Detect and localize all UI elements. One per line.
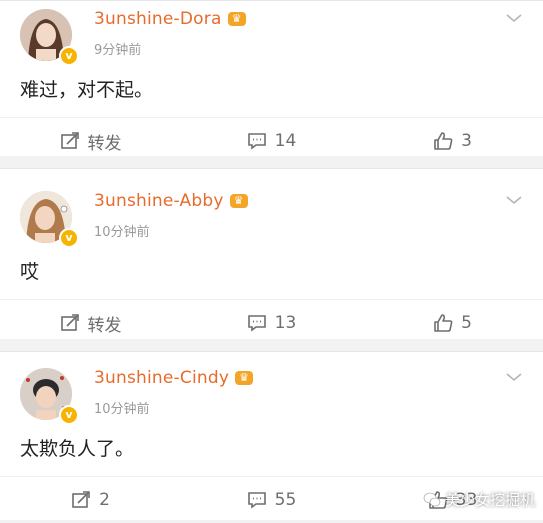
repost-icon [60,132,79,149]
like-button[interactable]: 3 [362,131,543,151]
chevron-down-icon[interactable] [505,11,523,25]
post-header: v 3unshine-Dora ♛ 9分钟前 [0,1,543,66]
post-header: v 3unshine-Cindy ♛ 10分钟前 [0,360,543,425]
comment-icon [247,315,266,332]
timestamp: 10分钟前 [94,402,150,417]
verified-badge-icon: v [59,228,79,248]
like-count: 3 [461,131,472,151]
username[interactable]: 3unshine-Abby [94,191,224,211]
post-card: v 3unshine-Cindy ♛ 10分钟前 太欺负人了。 2 55 33 … [0,351,543,520]
comment-button[interactable]: 55 [181,490,362,510]
watermark: 美少女挖掘机 [423,489,535,510]
member-crown-icon: ♛ [227,12,246,26]
verified-badge-icon: v [59,46,79,66]
timestamp: 10分钟前 [94,225,150,240]
comment-count: 14 [274,131,297,151]
post-text: 难过，对不起。 [20,79,154,101]
repost-icon [60,314,79,331]
timestamp: 9分钟前 [94,43,142,58]
watermark-text: 美少女挖掘机 [444,491,535,509]
username[interactable]: 3unshine-Dora [94,9,222,29]
chevron-down-icon[interactable] [505,370,523,384]
comment-icon [247,133,266,150]
post-text: 哎 [20,261,40,283]
repost-button[interactable]: 转发 [0,129,181,154]
chevron-down-icon[interactable] [505,193,523,207]
comment-button[interactable]: 13 [181,313,362,333]
username[interactable]: 3unshine-Cindy [94,368,229,388]
member-crown-icon: ♛ [235,371,254,385]
post-header: v 3unshine-Abby ♛ 10分钟前 [0,183,543,248]
repost-label: 转发 [87,315,122,336]
action-bar: 转发 13 5 [0,299,543,346]
like-count: 5 [461,313,472,333]
comment-count: 55 [274,490,297,510]
verified-badge-icon: v [59,405,79,425]
wechat-logo-icon [423,492,441,506]
member-crown-icon: ♛ [229,194,248,208]
repost-button[interactable]: 2 [0,490,181,510]
comment-icon [247,492,266,509]
repost-label: 转发 [87,133,122,154]
post-text: 太欺负人了。 [20,438,135,460]
repost-icon [72,491,90,508]
post-card: v 3unshine-Abby ♛ 10分钟前 哎 转发 13 5 [0,168,543,339]
comment-button[interactable]: 14 [181,131,362,151]
like-button[interactable]: 5 [362,313,543,333]
like-icon [434,314,453,332]
like-icon [434,132,453,150]
feed: v 3unshine-Dora ♛ 9分钟前 难过，对不起。 转发 14 3 v… [0,0,543,520]
comment-count: 13 [274,313,297,333]
post-card: v 3unshine-Dora ♛ 9分钟前 难过，对不起。 转发 14 3 [0,0,543,156]
repost-button[interactable]: 转发 [0,311,181,336]
repost-count: 2 [99,490,110,510]
action-bar: 转发 14 3 [0,117,543,164]
